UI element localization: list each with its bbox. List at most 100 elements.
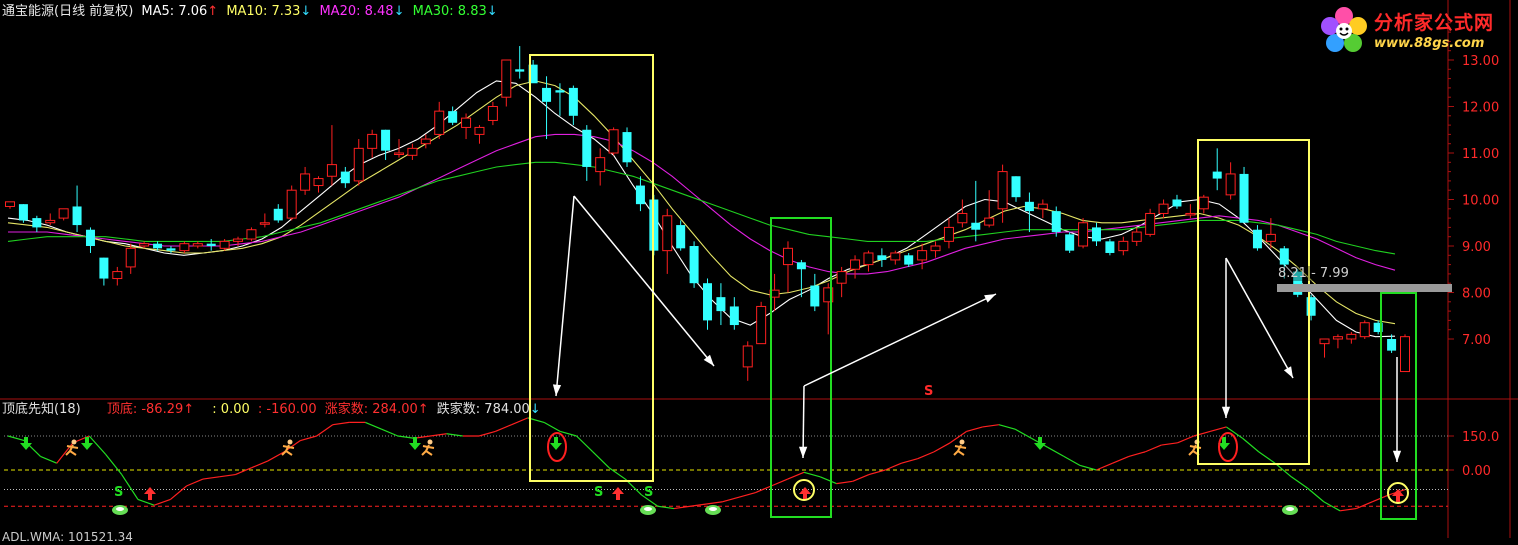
indicator-segment: [1290, 476, 1308, 489]
candle-body-down: [568, 87, 578, 116]
candle-body-up: [420, 138, 431, 145]
indicator-segment: [40, 455, 57, 464]
indicator-segment: [576, 435, 594, 453]
indicator-segment: [901, 458, 918, 464]
candle-body-down: [153, 243, 163, 249]
candle-body-down: [1387, 339, 1397, 351]
candle-body-up: [300, 173, 311, 191]
candle-body-up: [474, 126, 485, 135]
candle-body-up: [219, 240, 230, 249]
indicator-tick-label: 0.00: [1462, 464, 1491, 479]
candle-body-up: [246, 229, 257, 240]
candle-body-up: [192, 243, 203, 247]
indicator-segment: [235, 467, 252, 476]
indicator-segment: [738, 492, 756, 498]
candle-body-up: [353, 147, 364, 182]
indicator-segment: [300, 435, 317, 442]
down-arrow-icon: [20, 437, 32, 450]
signal-arrow: [1392, 357, 1402, 462]
candle-body-up: [1037, 203, 1048, 210]
indicator-panel: SSS: [4, 417, 1448, 515]
candle-body-down: [515, 69, 525, 72]
s-signal-icon: S: [594, 485, 603, 500]
site-logo[interactable]: 分析家公式网 www.88gs.com: [1318, 4, 1514, 56]
candle-body-up: [662, 215, 673, 252]
s-signal-icon: S: [114, 485, 123, 500]
indicator-segment: [787, 471, 805, 480]
ma5-arrow-icon: ↑: [207, 4, 219, 19]
dingdi-arrow-icon: ↑: [183, 402, 195, 417]
indicator-segment: [202, 476, 220, 480]
stock-title: 通宝能源(日线 前复权): [2, 4, 134, 19]
indicator-segment: [1096, 462, 1113, 471]
candle-body-down: [622, 132, 632, 163]
indicator-segment: [478, 430, 496, 437]
logo-url[interactable]: www.88gs.com: [1374, 36, 1484, 51]
candle-body-down: [1051, 211, 1061, 233]
indicator-segment: [1144, 444, 1162, 453]
candle-body-up: [112, 271, 123, 280]
ma5-line: [7, 80, 1396, 338]
price-tick-label: 13.00: [1462, 54, 1499, 69]
candle-body-down: [206, 243, 216, 246]
ma30-arrow-icon: ↓: [486, 4, 498, 19]
indicator-segment: [1079, 464, 1097, 471]
ma30-value: MA30: 8.83: [412, 4, 487, 19]
money-bag-icon: [640, 505, 656, 515]
candle-body-down: [1105, 241, 1115, 253]
candle-body-down: [904, 255, 914, 265]
indicator-segment: [608, 467, 626, 480]
candle-body-up: [1198, 196, 1209, 210]
indicator-segment: [998, 424, 1016, 430]
indicator-segment: [186, 478, 204, 487]
candle-body-up: [1185, 212, 1196, 216]
candle-body-down: [72, 206, 82, 226]
candle-body-down: [716, 297, 726, 312]
candle-body-up: [930, 245, 941, 252]
price-tick-label: 10.00: [1462, 194, 1499, 209]
indicator-segment: [1047, 446, 1065, 457]
s-marker: S: [924, 384, 934, 399]
candle-body-up: [58, 208, 69, 219]
candle-body-down: [1091, 227, 1101, 242]
down-arrow-icon: [550, 437, 562, 450]
indicator-segment: [1161, 442, 1178, 446]
candle-body-down: [381, 129, 391, 151]
indicator-segment: [917, 451, 935, 460]
top-signal-box-1: [529, 54, 654, 482]
candle-body-up: [1265, 233, 1276, 242]
candle-body-up: [608, 129, 619, 154]
candle-body-up: [179, 243, 190, 252]
ma10-legend: MA10: 7.33↓: [226, 4, 311, 19]
indicator-segment: [1193, 430, 1211, 437]
ma20-line: [8, 133, 1396, 275]
candle-body-up: [782, 247, 793, 266]
candle-body-up: [1400, 336, 1410, 373]
candle-body-down: [1024, 201, 1034, 212]
candle-body-down: [273, 208, 283, 221]
indicator-tick-label: 150.0: [1462, 430, 1499, 445]
indicator-segment: [771, 478, 788, 487]
candle-body-down: [1306, 297, 1316, 316]
indicator-header: 顶底先知(18) 顶底: -86.29↑ : 0.00 : -160.00 涨家…: [2, 402, 545, 418]
indicator-segment: [836, 480, 853, 485]
candle-body-up: [367, 133, 378, 149]
main-chart-header: 通宝能源(日线 前复权) MA5: 7.06↑ MA10: 7.33↓ MA20…: [2, 4, 502, 20]
candle-body-up: [434, 110, 445, 135]
indicator-segment: [170, 485, 188, 500]
candle-body-up: [233, 238, 244, 242]
ma20-arrow-icon: ↓: [393, 4, 405, 19]
candle-body-down: [635, 185, 645, 205]
candle-body-down: [689, 246, 699, 284]
logo-name: 分析家公式网: [1374, 12, 1495, 34]
candle-body-down: [1172, 199, 1182, 207]
indicator-segment: [1258, 451, 1276, 464]
price-tick-label: 11.00: [1462, 147, 1499, 162]
indicator-segment: [104, 453, 123, 475]
indicator-segment: [511, 417, 529, 426]
candle-body-up: [286, 189, 297, 219]
candle-body-up: [742, 345, 753, 368]
candle-body-up: [1131, 231, 1142, 242]
ma10-arrow-icon: ↓: [300, 4, 312, 19]
price-tick-label: 9.00: [1462, 240, 1491, 255]
